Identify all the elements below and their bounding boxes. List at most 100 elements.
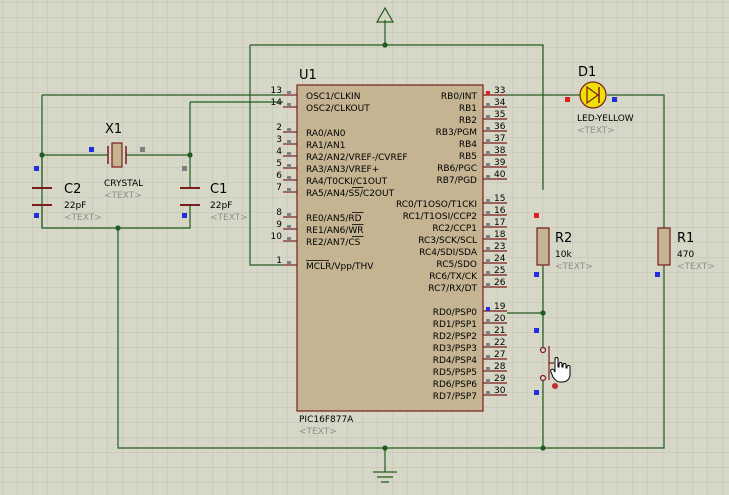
pin-name: MCLR/Vpp/THV (306, 262, 374, 272)
r1-body (657, 227, 671, 266)
c1-text-hint: <TEXT> (210, 213, 248, 223)
pin-number: 6 (276, 171, 282, 181)
c2-pin-marker-bottom (34, 213, 39, 218)
r2-ref: R2 (555, 231, 572, 246)
pin-name: RE0/AN5/RD (306, 214, 362, 224)
pin-marker (287, 225, 291, 229)
pin-marker (486, 223, 490, 227)
pin-number: 20 (494, 314, 506, 324)
pin-number: 27 (494, 350, 505, 360)
pin-number: 16 (494, 206, 506, 216)
pin-marker (486, 319, 490, 323)
r1-value: 470 (677, 250, 694, 260)
pin-number: 21 (494, 326, 505, 336)
pin-marker (486, 151, 490, 155)
pin-marker (486, 211, 490, 215)
pin-number: 18 (494, 230, 506, 240)
pin-name: RD3/PSP3 (433, 344, 477, 354)
r1-pin-marker-bottom (655, 272, 660, 277)
pin-marker (486, 91, 490, 95)
pin-marker (486, 379, 490, 383)
d1-value: LED-YELLOW (577, 114, 634, 124)
pin-marker (287, 176, 291, 180)
pin-name: RA3/AN3/VREF+ (306, 165, 379, 175)
pin-number: 7 (276, 183, 282, 193)
pin-marker (486, 331, 490, 335)
pin-name: RC3/SCK/SCL (418, 236, 477, 246)
ic-ref: U1 (299, 68, 317, 83)
pin-name: RB1 (459, 104, 477, 114)
pin-name: RA0/AN0 (306, 129, 346, 139)
pin-number: 19 (494, 302, 506, 312)
pin-marker (287, 164, 291, 168)
pin-name: RB0/INT (441, 92, 478, 102)
pin-name: RC7/RX/DT (428, 284, 477, 294)
switch-contact-top (539, 346, 547, 354)
pin-name: RC5/SDO (436, 260, 477, 270)
pin-name: RD1/PSP1 (433, 320, 477, 330)
ic-u1[interactable]: U1 13OSC1/CLKIN14OSC2/CLKOUT2RA0/AN03RA1… (271, 68, 507, 437)
pin-number: 29 (494, 374, 506, 384)
x1-pin-marker-right (140, 147, 145, 152)
pin-number: 4 (276, 147, 282, 157)
ic-text-hint: <TEXT> (299, 427, 337, 437)
d1-ref: D1 (578, 65, 596, 80)
c1-value: 22pF (210, 201, 232, 211)
pin-number: 28 (494, 362, 506, 372)
pin-marker (486, 115, 490, 119)
pin-name: RA5/AN4/SS/C2OUT (306, 189, 395, 199)
x1-ref: X1 (105, 122, 122, 137)
r2-pin-marker-top (534, 213, 539, 218)
r1-ref: R1 (677, 231, 694, 246)
pin-name: RD6/PSP6 (433, 380, 478, 390)
pin-marker (287, 103, 291, 107)
pin-name: OSC1/CLKIN (306, 92, 360, 102)
pin-name: RA2/AN2/VREF-/CVREF (306, 153, 408, 163)
pin-name: RC2/CCP1 (432, 224, 477, 234)
pin-name: RC6/TX/CK (429, 272, 478, 282)
pin-number: 26 (494, 278, 506, 288)
x1-pin-marker-left (89, 147, 94, 152)
c1-pin-marker-bottom (182, 213, 187, 218)
pin-number: 15 (494, 194, 505, 204)
pin-marker (287, 152, 291, 156)
switch-contact-bottom (539, 374, 547, 382)
pin-marker (287, 261, 291, 265)
pin-marker (486, 355, 490, 359)
pin-marker (486, 139, 490, 143)
pin-name: RB3/PGM (436, 128, 477, 138)
pin-number: 17 (494, 218, 505, 228)
pin-name: RA1/AN1 (306, 141, 345, 151)
pin-marker (486, 247, 490, 251)
pin-number: 34 (494, 98, 506, 108)
pin-number: 13 (271, 86, 282, 96)
schematic-canvas[interactable]: U1 13OSC1/CLKIN14OSC2/CLKOUT2RA0/AN03RA1… (0, 0, 729, 495)
pin-marker (486, 271, 490, 275)
pin-name: OSC2/CLKOUT (306, 104, 370, 114)
c2-value: 22pF (64, 201, 86, 211)
ic-part-name: PIC16F877A (299, 415, 354, 425)
pin-number: 9 (276, 220, 282, 230)
pin-number: 3 (276, 135, 282, 145)
pin-number: 14 (271, 98, 283, 108)
pin-number: 10 (271, 232, 283, 242)
x1-value: CRYSTAL (104, 179, 143, 189)
pin-marker (486, 259, 490, 263)
pin-marker (287, 128, 291, 132)
r2-pin-marker-bottom (534, 272, 539, 277)
pin-name: RB7/PGD (436, 176, 477, 186)
c2-text-hint: <TEXT> (64, 213, 102, 223)
c2-ref: C2 (64, 182, 81, 197)
r2-body (536, 227, 550, 266)
pin-marker (287, 140, 291, 144)
pin-name: RE2/AN7/CS (306, 238, 361, 248)
pin-marker (486, 235, 490, 239)
pin-name: RD0/PSP0 (433, 308, 478, 318)
d1-pin-marker-left (565, 97, 570, 102)
switch-indicator (552, 383, 558, 389)
pin-marker (486, 367, 490, 371)
pin-name: RB6/PGC (437, 164, 477, 174)
d1-text-hint: <TEXT> (577, 126, 615, 136)
r2-value: 10k (555, 250, 572, 260)
pin-number: 8 (276, 208, 282, 218)
